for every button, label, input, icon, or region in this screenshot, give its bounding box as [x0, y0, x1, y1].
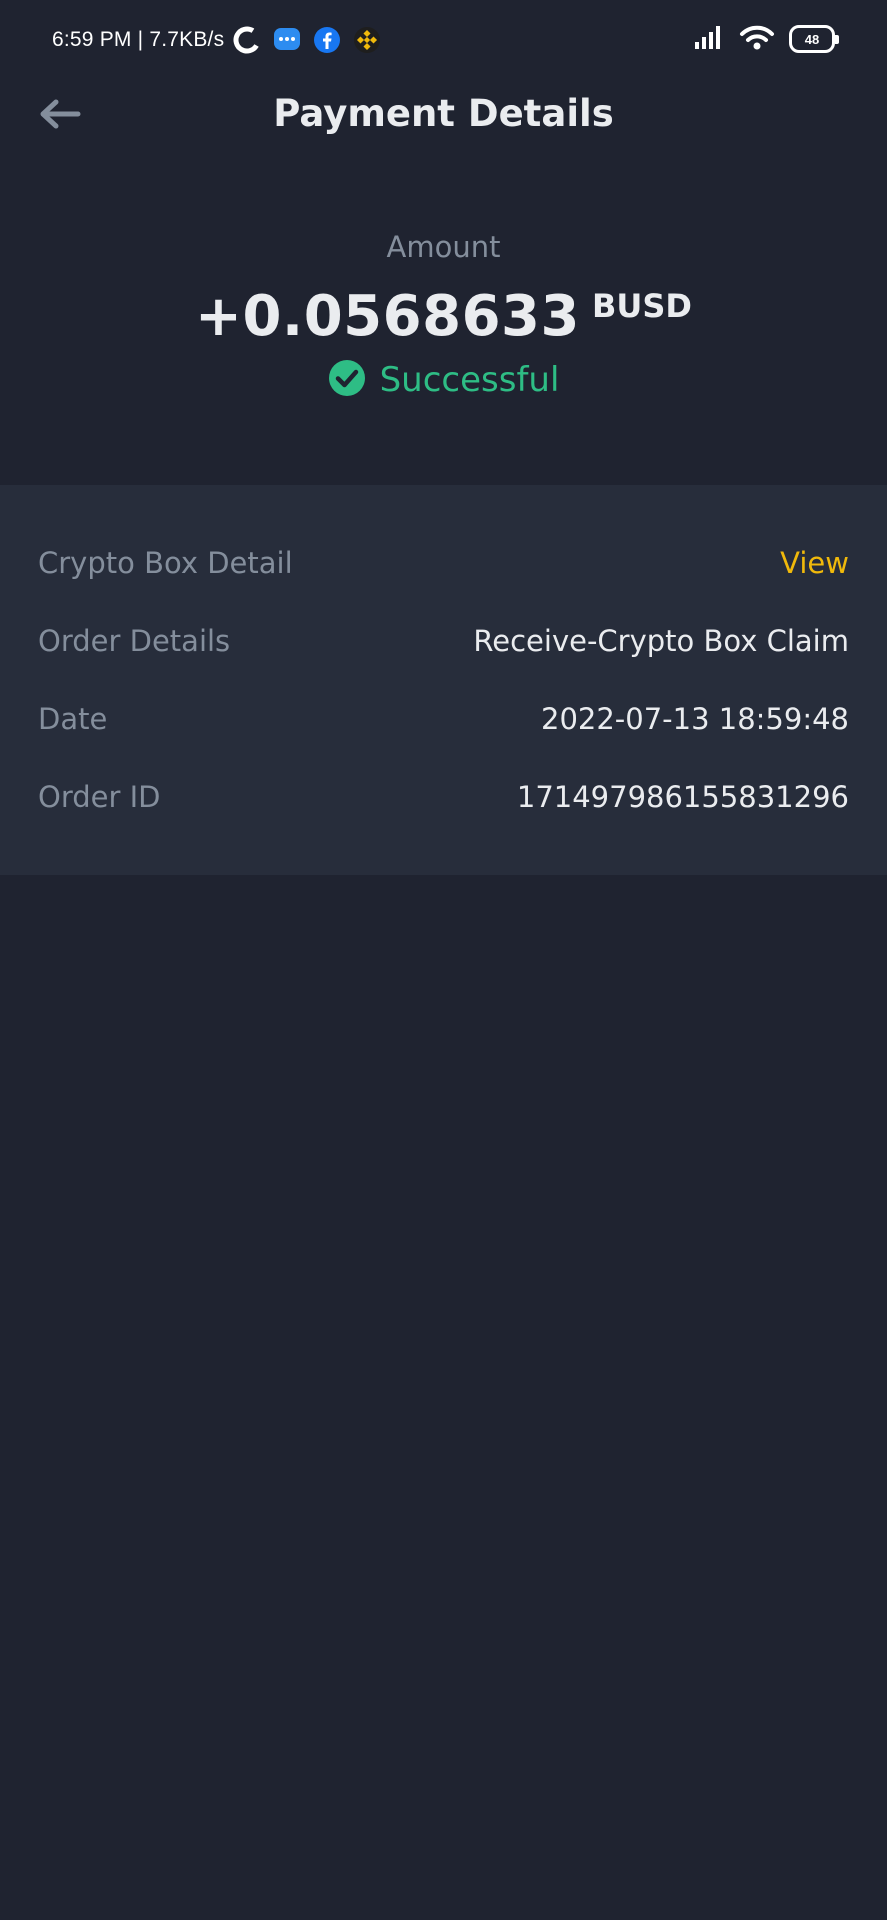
view-link[interactable]: View [780, 546, 849, 580]
amount-label: Amount [386, 230, 501, 264]
amount-section: Amount +0.0568633 BUSD Successful [0, 230, 887, 401]
transaction-status: Successful [0, 359, 887, 401]
battery-indicator: 48 [789, 25, 839, 53]
status-bar: 6:59 PM | 7.7KB/s 48 [0, 0, 887, 80]
detail-value: 171497986155831296 [516, 780, 849, 814]
detail-row-date: Date 2022-07-13 18:59:48 [38, 689, 849, 749]
app-header: Payment Details [0, 80, 887, 152]
battery-level: 48 [804, 31, 820, 47]
detail-label: Order Details [38, 624, 231, 658]
signal-icon [693, 22, 725, 56]
facebook-icon [312, 25, 342, 55]
check-circle-icon [328, 359, 366, 401]
amount-row: +0.0568633 BUSD [0, 284, 887, 349]
c-app-icon [232, 25, 262, 55]
status-time-speed: 6:59 PM | 7.7KB/s [52, 28, 225, 51]
detail-label: Crypto Box Detail [38, 546, 293, 580]
status-right-icons: 48 [693, 22, 839, 56]
detail-label: Date [38, 702, 108, 736]
status-app-icons [232, 25, 382, 55]
page-title: Payment Details [273, 92, 614, 135]
detail-row-order-details: Order Details Receive-Crypto Box Claim [38, 611, 849, 671]
amount-value: +0.0568633 [195, 284, 580, 349]
status-label: Successful [379, 360, 560, 400]
detail-row-order-id: Order ID 171497986155831296 [38, 767, 849, 827]
payment-details-screen: 6:59 PM | 7.7KB/s 48 Payment Details Amo… [0, 0, 887, 1920]
wifi-icon [739, 22, 775, 56]
amount-unit: BUSD [591, 287, 692, 325]
detail-row-crypto-box: Crypto Box Detail View [38, 533, 849, 593]
detail-value: 2022-07-13 18:59:48 [541, 702, 849, 736]
detail-label: Order ID [38, 780, 161, 814]
binance-icon [352, 25, 382, 55]
detail-value: Receive-Crypto Box Claim [473, 624, 849, 658]
messages-icon [272, 25, 302, 55]
details-card: Crypto Box Detail View Order Details Rec… [0, 485, 887, 875]
